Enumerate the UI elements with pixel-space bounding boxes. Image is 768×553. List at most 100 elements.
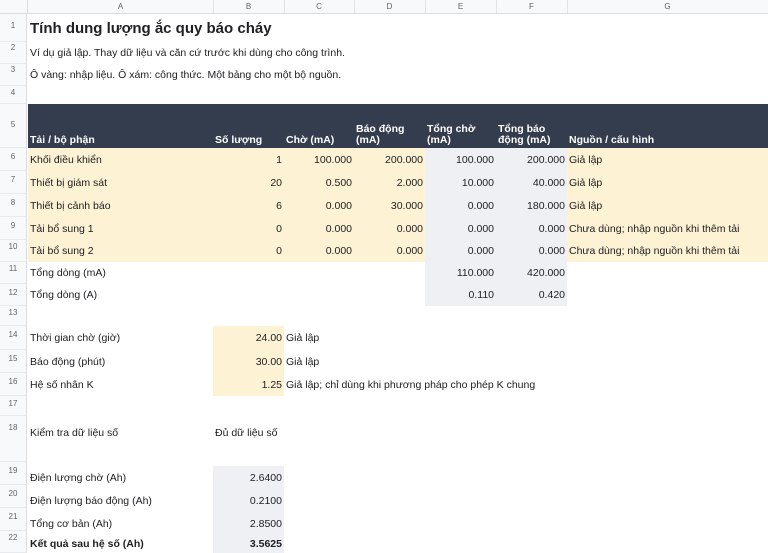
total-ma-label[interactable]: Tổng dòng (mA) <box>28 262 213 284</box>
alarm-time-label[interactable]: Báo động (phút) <box>28 350 213 373</box>
row-header[interactable]: 20 <box>0 485 27 508</box>
load-source[interactable]: Giả lập <box>567 194 768 217</box>
load-qty[interactable]: 20 <box>213 171 284 194</box>
load-total-standby[interactable]: 10.000 <box>425 171 496 194</box>
load-name[interactable]: Khối điều khiển <box>28 148 213 171</box>
row-header[interactable]: 8 <box>0 194 27 217</box>
load-source[interactable]: Giả lập <box>567 148 768 171</box>
row-header[interactable]: 2 <box>0 42 27 64</box>
header-source[interactable]: Nguồn / cấu hình <box>567 104 768 148</box>
load-alarm[interactable]: 2.000 <box>354 171 425 194</box>
result-value[interactable]: 0.2100 <box>213 489 284 512</box>
final-result-value[interactable]: 3.5625 <box>213 535 284 553</box>
result-value[interactable]: 2.6400 <box>213 466 284 489</box>
load-total-standby[interactable]: 100.000 <box>425 148 496 171</box>
load-source[interactable]: Giả lập <box>567 171 768 194</box>
row-header[interactable]: 5 <box>0 104 27 148</box>
load-standby[interactable]: 100.000 <box>284 148 354 171</box>
row-header[interactable]: 14 <box>0 326 27 350</box>
final-result-label[interactable]: Kết quả sau hệ số (Ah) <box>28 535 213 553</box>
load-name[interactable]: Thiết bị giám sát <box>28 171 213 194</box>
load-source[interactable]: Chưa dùng; nhập nguồn khi thêm tải <box>567 240 768 262</box>
data-check-label[interactable]: Kiểm tra dữ liệu số <box>28 416 213 450</box>
row-header[interactable]: 19 <box>0 462 27 485</box>
alarm-time-input[interactable]: 30.00 <box>213 350 284 373</box>
load-alarm[interactable]: 200.000 <box>354 148 425 171</box>
k-factor-input[interactable]: 1.25 <box>213 373 284 396</box>
total-a-label[interactable]: Tổng dòng (A) <box>28 284 213 306</box>
column-header-d[interactable]: D <box>354 0 426 13</box>
load-qty[interactable]: 6 <box>213 194 284 217</box>
header-total-standby[interactable]: Tổng chờ (mA) <box>425 104 496 148</box>
load-alarm[interactable]: 0.000 <box>354 240 425 262</box>
load-name[interactable]: Thiết bị cảnh báo <box>28 194 213 217</box>
sheet-title[interactable]: Tính dung lượng ắc quy báo cháy <box>28 14 428 42</box>
row-header[interactable]: 3 <box>0 64 27 86</box>
row-header[interactable]: 12 <box>0 284 27 306</box>
total-ma-standby[interactable]: 110.000 <box>425 262 496 284</box>
header-standby[interactable]: Chờ (mA) <box>284 104 354 148</box>
result-label[interactable]: Điện lượng báo động (Ah) <box>28 489 213 512</box>
column-header-c[interactable]: C <box>284 0 355 13</box>
row-header[interactable]: 7 <box>0 171 27 194</box>
load-source[interactable]: Chưa dùng; nhập nguồn khi thêm tải <box>567 217 768 240</box>
row-header[interactable]: 13 <box>0 306 27 326</box>
load-total-standby[interactable]: 0.000 <box>425 194 496 217</box>
load-qty[interactable]: 0 <box>213 217 284 240</box>
row-header[interactable]: 18 <box>0 416 27 462</box>
total-a-standby[interactable]: 0.110 <box>425 284 496 306</box>
column-header-a[interactable]: A <box>28 0 214 13</box>
column-header-e[interactable]: E <box>425 0 497 13</box>
load-standby[interactable]: 0.000 <box>284 194 354 217</box>
note-example[interactable]: Ví dụ giả lập. Thay dữ liệu và căn cứ tr… <box>28 42 628 64</box>
standby-time-label[interactable]: Thời gian chờ (giờ) <box>28 326 213 350</box>
load-name[interactable]: Tải bổ sung 2 <box>28 240 213 262</box>
row-header[interactable]: 21 <box>0 508 27 531</box>
load-total-alarm[interactable]: 180.000 <box>496 194 567 217</box>
load-total-standby[interactable]: 0.000 <box>425 240 496 262</box>
load-name[interactable]: Tải bổ sung 1 <box>28 217 213 240</box>
load-standby[interactable]: 0.000 <box>284 240 354 262</box>
load-alarm[interactable]: 0.000 <box>354 217 425 240</box>
load-total-alarm[interactable]: 0.000 <box>496 240 567 262</box>
row-header[interactable]: 17 <box>0 396 27 416</box>
column-header-g[interactable]: G <box>567 0 768 13</box>
standby-time-note[interactable]: Giả lập <box>284 326 584 350</box>
row-header[interactable]: 1 <box>0 14 27 42</box>
row-header[interactable]: 16 <box>0 373 27 396</box>
load-total-alarm[interactable]: 40.000 <box>496 171 567 194</box>
row-header[interactable]: 15 <box>0 350 27 373</box>
total-a-alarm[interactable]: 0.420 <box>496 284 567 306</box>
header-alarm[interactable]: Báo động (mA) <box>354 104 425 148</box>
column-header-f[interactable]: F <box>496 0 568 13</box>
row-header[interactable]: 6 <box>0 148 27 171</box>
k-factor-note[interactable]: Giả lập; chỉ dùng khi phương pháp cho ph… <box>284 373 684 396</box>
row-header[interactable]: 10 <box>0 240 27 262</box>
column-header-b[interactable]: B <box>213 0 285 13</box>
header-qty[interactable]: Số lượng <box>213 104 284 148</box>
load-total-alarm[interactable]: 0.000 <box>496 217 567 240</box>
row-header[interactable]: 9 <box>0 217 27 240</box>
row-header[interactable]: 11 <box>0 262 27 284</box>
load-total-alarm[interactable]: 200.000 <box>496 148 567 171</box>
load-standby[interactable]: 0.500 <box>284 171 354 194</box>
result-label[interactable]: Tổng cơ bản (Ah) <box>28 512 213 535</box>
header-load[interactable]: Tải / bộ phận <box>28 104 213 148</box>
select-all-corner[interactable] <box>0 0 28 13</box>
total-ma-alarm[interactable]: 420.000 <box>496 262 567 284</box>
load-qty[interactable]: 1 <box>213 148 284 171</box>
load-qty[interactable]: 0 <box>213 240 284 262</box>
standby-time-input[interactable]: 24.00 <box>213 326 284 350</box>
load-standby[interactable]: 0.000 <box>284 217 354 240</box>
result-value[interactable]: 2.8500 <box>213 512 284 535</box>
header-total-alarm[interactable]: Tổng báo động (mA) <box>496 104 567 148</box>
load-alarm[interactable]: 30.000 <box>354 194 425 217</box>
alarm-time-note[interactable]: Giả lập <box>284 350 584 373</box>
note-legend[interactable]: Ô vàng: nhập liệu. Ô xám: công thức. Một… <box>28 64 628 86</box>
load-total-standby[interactable]: 0.000 <box>425 217 496 240</box>
k-factor-label[interactable]: Hệ số nhân K <box>28 373 213 396</box>
row-header[interactable]: 4 <box>0 86 27 104</box>
data-check-value[interactable]: Đủ dữ liệu số <box>213 416 413 450</box>
row-header[interactable]: 22 <box>0 531 27 553</box>
result-label[interactable]: Điện lượng chờ (Ah) <box>28 466 213 489</box>
